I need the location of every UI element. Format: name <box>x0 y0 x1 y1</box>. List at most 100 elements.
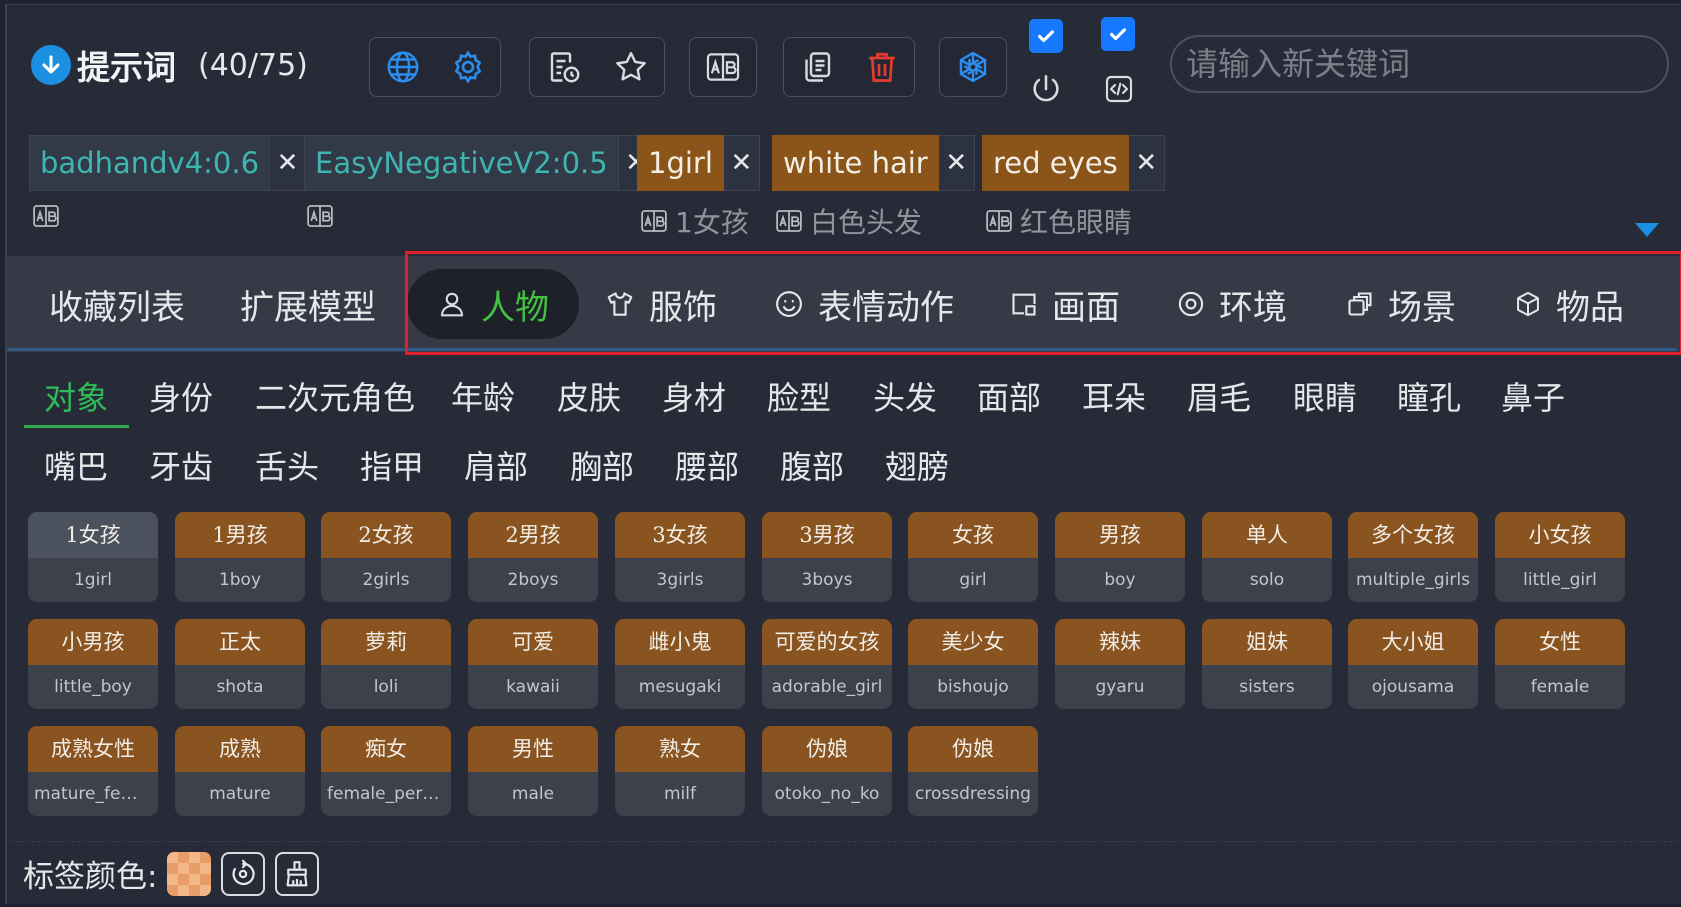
sub-tab[interactable]: 皮肤 <box>557 373 621 419</box>
sub-tab[interactable]: 眉毛 <box>1187 373 1251 419</box>
power-icon[interactable] <box>1028 71 1064 107</box>
sub-tab[interactable]: 肩部 <box>464 442 528 488</box>
trash-icon[interactable] <box>859 44 905 90</box>
code-mode-checkbox[interactable] <box>1101 17 1135 51</box>
sub-tab[interactable]: 腹部 <box>780 442 844 488</box>
tag-card[interactable]: 2男孩 2boys <box>468 512 598 602</box>
prompt-tag-text[interactable]: badhandv4:0.6 <box>29 135 271 191</box>
prompt-tag-text[interactable]: EasyNegativeV2:0.5 <box>304 135 619 191</box>
tag-card-chinese: 3男孩 <box>762 512 892 558</box>
tag-card[interactable]: 美少女 bishoujo <box>908 619 1038 709</box>
sub-tab[interactable]: 身材 <box>662 373 726 419</box>
translate-icon[interactable] <box>305 201 335 231</box>
tag-card[interactable]: 2女孩 2girls <box>321 512 451 602</box>
tag-card[interactable]: 1女孩 1girl <box>28 512 158 602</box>
tag-card[interactable]: 大小姐 ojousama <box>1348 619 1478 709</box>
expand-triangle-icon[interactable] <box>1635 223 1659 237</box>
tag-card[interactable]: 男性 male <box>468 726 598 816</box>
sub-tab[interactable]: 头发 <box>873 373 937 419</box>
sub-tab[interactable]: 瞳孔 <box>1397 373 1461 419</box>
sub-tab[interactable]: 翅膀 <box>885 442 949 488</box>
openai-icon[interactable] <box>950 44 996 90</box>
sub-tab[interactable]: 对象 <box>44 373 108 419</box>
token-count: (40/75) <box>198 47 308 83</box>
prompt-tag[interactable]: 1girl ✕ <box>637 135 760 191</box>
sub-tab[interactable]: 嘴巴 <box>44 442 108 488</box>
sub-tab[interactable]: 腰部 <box>675 442 739 488</box>
prompt-tag-text[interactable]: white hair <box>772 135 939 191</box>
tag-card[interactable]: 小女孩 little_girl <box>1495 512 1625 602</box>
tag-card[interactable]: 伪娘 otoko_no_ko <box>762 726 892 816</box>
prompt-tag-text[interactable]: 1girl <box>637 135 724 191</box>
tag-card[interactable]: 萝莉 loli <box>321 619 451 709</box>
collapse-down-icon[interactable] <box>31 45 71 85</box>
tag-card[interactable]: 女性 female <box>1495 619 1625 709</box>
close-icon[interactable]: ✕ <box>938 135 975 191</box>
translate-icon[interactable] <box>31 201 61 231</box>
clean-icon[interactable] <box>275 851 320 896</box>
translate-icon[interactable] <box>984 206 1014 236</box>
sub-tab[interactable]: 眼睛 <box>1293 373 1357 419</box>
tag-card-chinese: 辣妹 <box>1055 619 1185 665</box>
tab-favorites[interactable]: 收藏列表 <box>49 269 185 339</box>
close-icon[interactable]: ✕ <box>270 135 307 191</box>
reset-color-icon[interactable] <box>221 851 266 896</box>
tag-card[interactable]: 熟女 milf <box>615 726 745 816</box>
close-icon[interactable]: ✕ <box>1128 135 1165 191</box>
tag-card[interactable]: 多个女孩 multiple_girls <box>1348 512 1478 602</box>
tag-card[interactable]: 1男孩 1boy <box>175 512 305 602</box>
tag-card[interactable]: 痴女 female_perv... <box>321 726 451 816</box>
tag-card[interactable]: 单人 solo <box>1202 512 1332 602</box>
prompt-tag[interactable]: white hair ✕ <box>772 135 975 191</box>
translate-icon[interactable] <box>700 44 746 90</box>
tag-card-english: girl <box>908 558 1038 602</box>
sub-tab[interactable]: 指甲 <box>360 442 424 488</box>
sub-tab[interactable]: 脸型 <box>767 373 831 419</box>
tag-card-english: 2boys <box>468 558 598 602</box>
code-icon[interactable] <box>1101 71 1137 107</box>
translate-icon[interactable] <box>774 206 804 236</box>
translate-icon[interactable] <box>639 206 669 236</box>
tag-card[interactable]: 伪娘 crossdressing <box>908 726 1038 816</box>
sub-tab[interactable]: 胸部 <box>570 442 634 488</box>
tag-card[interactable]: 成熟女性 mature_fem... <box>28 726 158 816</box>
tag-card[interactable]: 3男孩 3boys <box>762 512 892 602</box>
color-swatch[interactable] <box>167 851 212 896</box>
close-icon[interactable]: ✕ <box>723 135 760 191</box>
history-list-icon[interactable] <box>541 44 587 90</box>
sub-tab[interactable]: 二次元角色 <box>255 373 415 419</box>
prompt-tag[interactable]: badhandv4:0.6 ✕ <box>29 135 307 191</box>
sub-tab[interactable]: 年龄 <box>451 373 515 419</box>
tag-card[interactable]: 成熟 mature <box>175 726 305 816</box>
prompt-tag[interactable]: EasyNegativeV2:0.5 ✕ <box>304 135 655 191</box>
star-icon[interactable] <box>608 44 654 90</box>
sub-tab[interactable]: 牙齿 <box>149 442 213 488</box>
tag-card[interactable]: 女孩 girl <box>908 512 1038 602</box>
sub-tab[interactable]: 耳朵 <box>1082 373 1146 419</box>
tag-card[interactable]: 男孩 boy <box>1055 512 1185 602</box>
tag-card[interactable]: 姐妹 sisters <box>1202 619 1332 709</box>
auto-translate-checkbox[interactable] <box>1029 19 1063 53</box>
prompt-tag[interactable]: red eyes ✕ <box>982 135 1165 191</box>
page-title: 提示词 <box>77 48 176 87</box>
sub-tab[interactable]: 身份 <box>149 373 213 419</box>
tab-extension-models[interactable]: 扩展模型 <box>240 269 376 339</box>
tag-card[interactable]: 雌小鬼 mesugaki <box>615 619 745 709</box>
sub-tab[interactable]: 面部 <box>977 373 1041 419</box>
tag-card[interactable]: 3女孩 3girls <box>615 512 745 602</box>
sub-tab[interactable]: 鼻子 <box>1501 373 1565 419</box>
tag-card[interactable]: 小男孩 little_boy <box>28 619 158 709</box>
prompt-tag-text[interactable]: red eyes <box>982 135 1129 191</box>
tag-card-chinese: 男性 <box>468 726 598 772</box>
sub-tab[interactable]: 舌头 <box>255 442 319 488</box>
copy-icon[interactable] <box>794 44 840 90</box>
tag-card[interactable]: 可爱的女孩 adorable_girl <box>762 619 892 709</box>
tag-card[interactable]: 可爱 kawaii <box>468 619 598 709</box>
tag-card[interactable]: 辣妹 gyaru <box>1055 619 1185 709</box>
keyword-input[interactable] <box>1170 35 1669 93</box>
globe-icon[interactable] <box>380 44 426 90</box>
tag-card-chinese: 痴女 <box>321 726 451 772</box>
active-sub-tab-underline <box>24 425 129 428</box>
tag-card[interactable]: 正太 shota <box>175 619 305 709</box>
gear-icon[interactable] <box>445 44 491 90</box>
